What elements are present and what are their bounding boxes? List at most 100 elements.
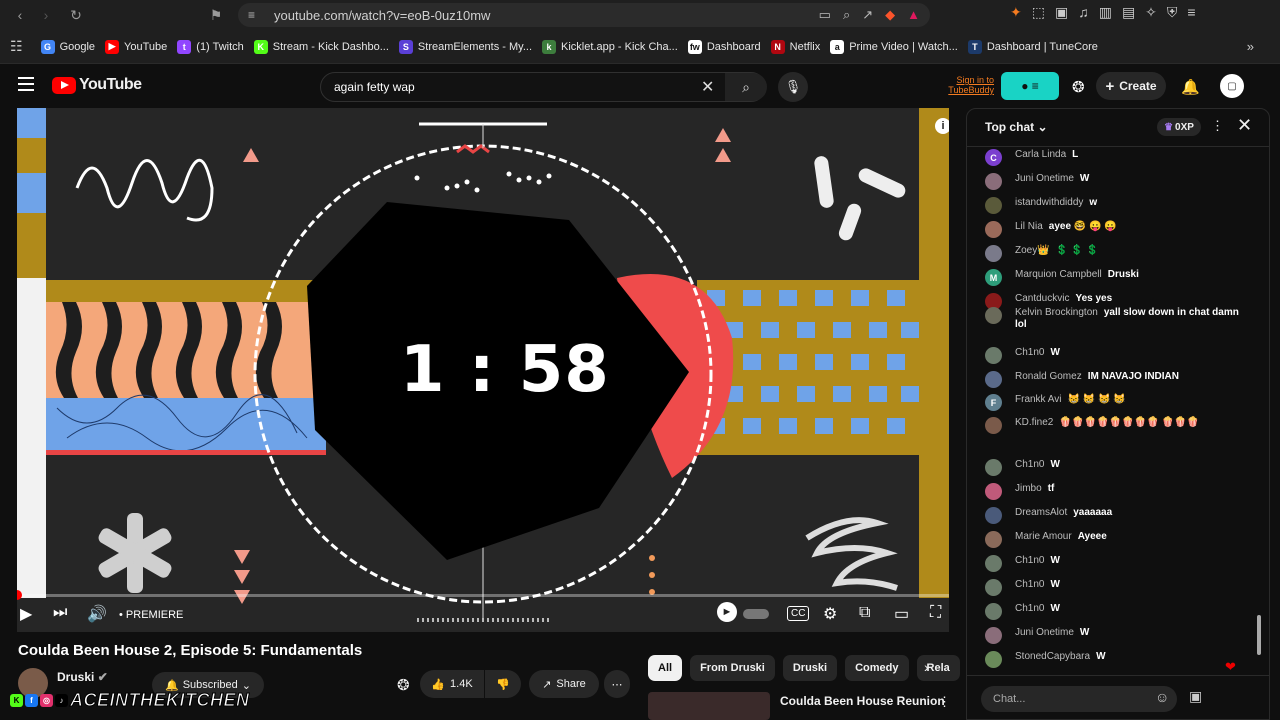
chat-scroll-thumb[interactable] bbox=[1257, 615, 1261, 655]
share-page-icon[interactable]: ↗ bbox=[862, 7, 873, 23]
chat-author-avatar[interactable] bbox=[985, 245, 1002, 262]
chat-author-avatar[interactable] bbox=[985, 371, 1002, 388]
chat-author-name[interactable]: Jimbo bbox=[1015, 483, 1042, 494]
reload-icon[interactable]: ↻ bbox=[62, 1, 90, 29]
recommendation-more-icon[interactable]: ⋮ bbox=[938, 694, 951, 710]
chat-author-name[interactable]: Frankk Avi bbox=[1015, 394, 1062, 405]
filter-chip[interactable]: Comedy bbox=[845, 655, 909, 681]
search-button[interactable]: ⌕ bbox=[725, 73, 767, 101]
like-button[interactable]: 👍 1.4K bbox=[420, 670, 484, 698]
tubebuddy-button[interactable]: ● ≡ bbox=[1001, 72, 1059, 100]
clear-search-icon[interactable]: ✕ bbox=[701, 77, 714, 97]
chat-author-name[interactable]: istandwithdiddy bbox=[1015, 197, 1083, 208]
play-icon[interactable]: ▶ bbox=[20, 604, 32, 624]
chat-author-name[interactable]: Lil Nia bbox=[1015, 221, 1043, 232]
chat-input[interactable]: Chat... bbox=[981, 686, 1177, 712]
chat-author-avatar[interactable] bbox=[985, 197, 1002, 214]
super-chat-icon[interactable]: ▣ bbox=[1189, 688, 1202, 705]
bookmark-item[interactable]: k Kicklet.app - Kick Cha... bbox=[542, 35, 688, 59]
chat-author-avatar[interactable] bbox=[985, 603, 1002, 620]
chat-author-avatar[interactable]: M bbox=[985, 269, 1002, 286]
address-bar[interactable]: ≡ youtube.com/watch?v=eoB-0uz10mw ▭ ⌕ ↗ … bbox=[238, 3, 930, 27]
bookmark-item[interactable]: K Stream - Kick Dashbo... bbox=[253, 35, 399, 59]
dislike-button[interactable]: 👎 bbox=[485, 670, 521, 698]
chat-author-name[interactable]: Marquion Campbell bbox=[1015, 269, 1102, 280]
tab-search-icon[interactable]: ▣ bbox=[1055, 4, 1068, 21]
chips-next-icon[interactable]: › bbox=[924, 659, 929, 675]
more-actions-button[interactable]: ⋯ bbox=[604, 670, 630, 698]
tubebuddy-signin-link[interactable]: Sign in to TubeBuddy bbox=[932, 75, 994, 95]
chat-author-avatar[interactable] bbox=[985, 531, 1002, 548]
progress-bar[interactable] bbox=[17, 590, 949, 600]
hamburger-menu-icon[interactable] bbox=[18, 77, 34, 91]
bookmark-item[interactable]: fw Dashboard bbox=[687, 35, 771, 59]
brave-rewards-icon[interactable]: ▲ bbox=[907, 7, 920, 23]
chat-author-name[interactable]: Cantduckvic bbox=[1015, 293, 1069, 304]
chat-author-avatar[interactable]: C bbox=[985, 149, 1002, 166]
next-icon[interactable]: ⏭ bbox=[53, 604, 67, 622]
bookmark-item[interactable]: T Dashboard | TuneCore bbox=[967, 35, 1108, 59]
theater-icon[interactable]: ▭ bbox=[894, 604, 909, 624]
video-player[interactable]: 1 : 58 i ▶ ⏭ 🔊 • PREMIERE ► CC ⚙ ⧉ ▭ ⛶ bbox=[17, 108, 949, 632]
chat-author-avatar[interactable]: F bbox=[985, 394, 1002, 411]
close-chat-icon[interactable]: ✕ bbox=[1237, 115, 1252, 136]
miniplayer-icon[interactable]: ⧉ bbox=[859, 604, 870, 622]
music-icon[interactable]: ♫ bbox=[1078, 4, 1089, 21]
chat-author-avatar[interactable] bbox=[985, 579, 1002, 596]
autoplay-toggle[interactable]: ► bbox=[717, 602, 737, 622]
filter-chip[interactable]: From Druski bbox=[690, 655, 775, 681]
forward-icon[interactable]: › bbox=[32, 1, 60, 29]
chat-author-name[interactable]: Ch1n0 bbox=[1015, 579, 1044, 590]
vpn-icon[interactable]: ⛨ bbox=[1167, 4, 1178, 21]
bookmark-page-icon[interactable]: ⚑ bbox=[202, 1, 230, 29]
apps-icon[interactable]: ☷ bbox=[10, 38, 23, 55]
site-info-icon[interactable]: ≡ bbox=[248, 8, 255, 22]
chat-author-avatar[interactable] bbox=[985, 507, 1002, 524]
youtube-logo[interactable]: YouTube bbox=[52, 76, 142, 94]
chat-author-avatar[interactable] bbox=[985, 221, 1002, 238]
chat-author-avatar[interactable] bbox=[985, 555, 1002, 572]
leo-icon[interactable]: ✧ bbox=[1145, 4, 1157, 21]
extension-gear-icon[interactable]: ❂ bbox=[1072, 78, 1085, 96]
back-icon[interactable]: ‹ bbox=[6, 1, 34, 29]
filter-chip[interactable]: All bbox=[648, 655, 683, 681]
cast-icon[interactable]: ▭ bbox=[819, 7, 831, 23]
chat-author-name[interactable]: Zoey👑 bbox=[1015, 245, 1050, 256]
chat-author-avatar[interactable] bbox=[985, 307, 1002, 324]
account-avatar[interactable]: ▢ bbox=[1220, 74, 1244, 98]
chat-author-name[interactable]: Ronald Gomez bbox=[1015, 371, 1082, 382]
chat-author-name[interactable]: Ch1n0 bbox=[1015, 555, 1044, 566]
recommendation-title[interactable]: Coulda Been House Reunion bbox=[780, 694, 945, 708]
chat-author-name[interactable]: Marie Amour bbox=[1015, 531, 1072, 542]
chat-author-name[interactable]: Juni Onetime bbox=[1015, 173, 1074, 184]
xp-badge[interactable]: ♛ 0XP bbox=[1157, 118, 1201, 136]
channel-name[interactable]: Druski ✔ bbox=[57, 670, 108, 684]
chat-author-name[interactable]: Ch1n0 bbox=[1015, 347, 1044, 358]
info-icon[interactable]: i bbox=[935, 118, 949, 134]
chat-author-avatar[interactable] bbox=[985, 483, 1002, 500]
chat-author-name[interactable]: StonedCapybara bbox=[1015, 651, 1090, 662]
chat-scrollbar[interactable] bbox=[1257, 153, 1261, 655]
fullscreen-icon[interactable]: ⛶ bbox=[930, 604, 941, 622]
bookmark-item[interactable]: ▶ YouTube bbox=[105, 35, 177, 59]
chat-author-name[interactable]: KD.fine2 bbox=[1015, 417, 1053, 428]
share-button[interactable]: ↗ Share bbox=[529, 670, 599, 698]
volume-icon[interactable]: 🔊 bbox=[87, 604, 107, 624]
tubebuddy-action-icon[interactable]: ❂ bbox=[397, 676, 410, 694]
chat-author-name[interactable]: Juni Onetime bbox=[1015, 627, 1074, 638]
captions-icon[interactable]: CC bbox=[787, 606, 810, 621]
extension-icon[interactable]: ✦ bbox=[1010, 4, 1022, 21]
bookmark-item[interactable]: a Prime Video | Watch... bbox=[830, 35, 968, 59]
voice-search-button[interactable]: 🎙 bbox=[778, 72, 808, 102]
chat-author-name[interactable]: DreamsAlot bbox=[1015, 507, 1067, 518]
filter-chip[interactable]: Druski bbox=[782, 655, 838, 681]
search-input[interactable]: again fetty wap bbox=[334, 80, 415, 94]
sidebar-icon[interactable]: ▥ bbox=[1099, 4, 1112, 21]
chat-author-avatar[interactable] bbox=[985, 459, 1002, 476]
bookmark-item[interactable]: N Netflix bbox=[770, 35, 831, 59]
zoom-icon[interactable]: ⌕ bbox=[843, 7, 850, 23]
emoji-icon[interactable]: ☺ bbox=[1155, 689, 1169, 705]
chat-author-name[interactable]: Kelvin Brockington bbox=[1015, 307, 1098, 318]
bookmark-item[interactable]: t (1) Twitch bbox=[177, 35, 253, 59]
chat-mode-dropdown[interactable]: Top chat ⌄ bbox=[985, 120, 1048, 134]
